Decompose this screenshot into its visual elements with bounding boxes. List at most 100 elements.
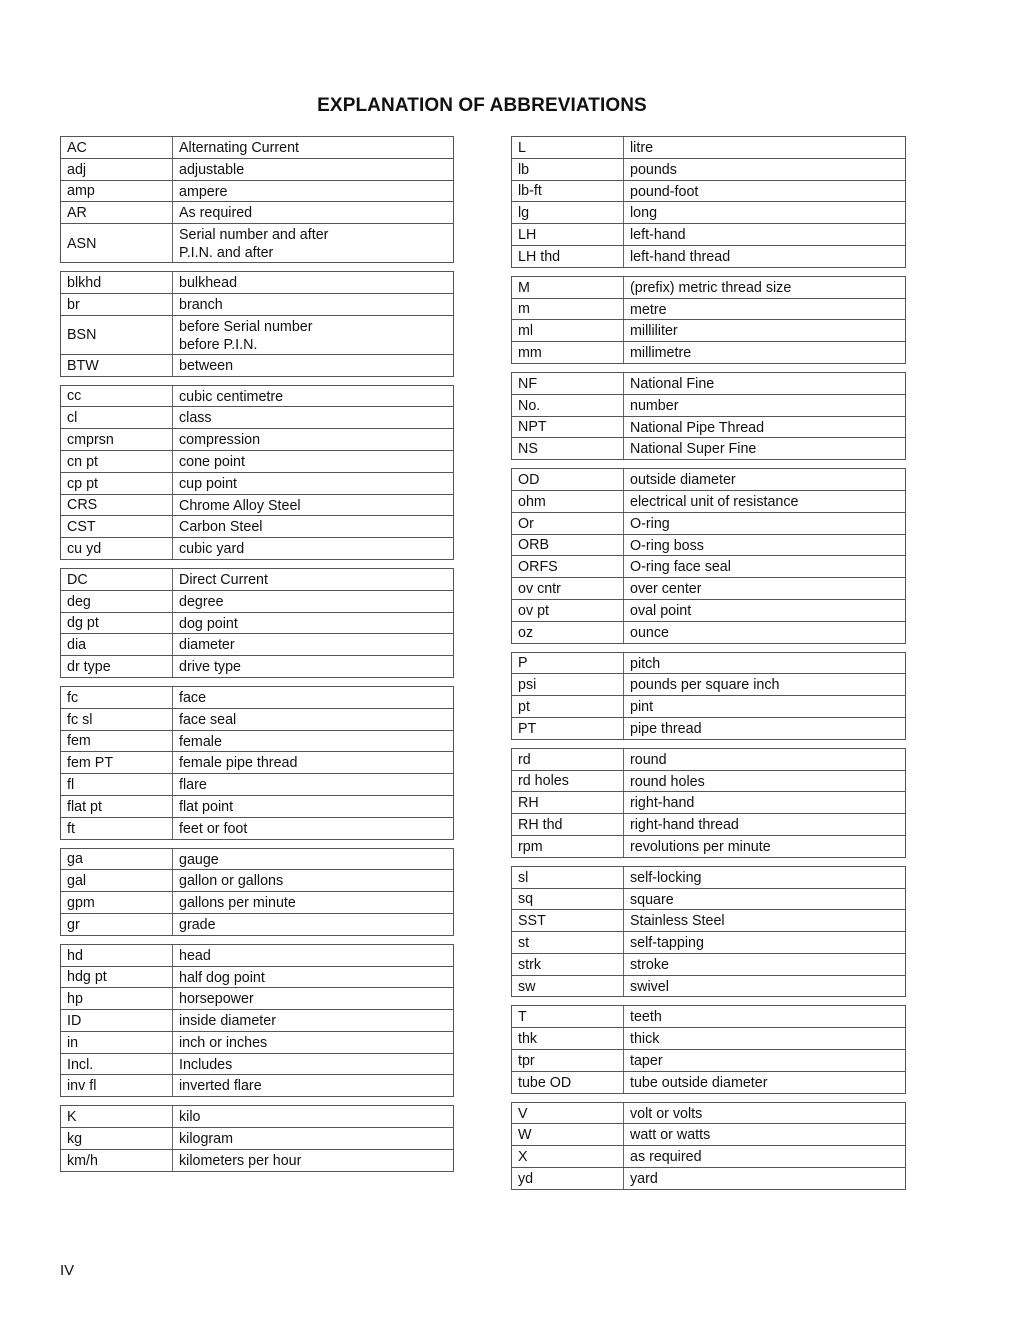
definition-cell: stroke <box>630 956 669 973</box>
table-row: mm millimetre <box>512 341 905 363</box>
abbreviation-group: DC Direct Current deg degree dg pt dog point d… <box>60 567 454 678</box>
definition-cell: Stainless Steel <box>630 913 725 930</box>
table-row: ASN Serial number and after P.I.N. and af… <box>61 223 453 263</box>
definition-cell: yard <box>630 1171 658 1188</box>
abbreviation-cell: amp <box>61 180 173 202</box>
page-number: IV <box>60 1262 75 1279</box>
definition-cell: As required <box>179 205 253 222</box>
abbreviation-group: Llitre lb pounds lb-ft pound-foot lg long LH lef… <box>511 136 906 268</box>
definition-cell: cone point <box>179 453 245 470</box>
definition-cell: O-ring boss <box>630 537 704 554</box>
definition-cell: thick <box>630 1031 660 1048</box>
definition-cell: cup point <box>179 475 238 492</box>
definition-cell: horsepower <box>179 991 254 1008</box>
table-row: cl class <box>61 406 453 429</box>
definition-cell: degree <box>179 593 224 610</box>
definition-cell: left-hand thread <box>630 248 731 265</box>
definition-cell: between <box>179 357 234 374</box>
table-row: st self-tapping <box>512 931 905 953</box>
definition-cell: O-ring <box>630 515 670 532</box>
table-row: hp horsepower <box>61 987 453 1010</box>
definition-cell: self-tapping <box>630 935 704 952</box>
abbreviation-group: AC Alternating Current adj adjustable amp amp… <box>60 136 454 264</box>
definition-cell: flare <box>179 777 207 794</box>
table-row: cp pt cup point <box>61 471 453 494</box>
table-row: tube OD tube outside diameter <box>512 1070 905 1093</box>
table-row: BSN before Serial number before P.I.N. <box>61 314 453 354</box>
abbreviation-group: ga gauge gal gallon or gallons gpm gallons pe… <box>60 847 454 936</box>
definition-cell: litre <box>630 140 654 156</box>
definition-cell: drive type <box>179 659 241 676</box>
abbreviation-cell: cu yd <box>61 538 173 559</box>
definition-cell: gallons per minute <box>179 895 296 912</box>
abbreviation-cell: cmprsn <box>61 429 173 450</box>
abbreviation-group: hd head hdg pt half dog point hp horsepower ID… <box>60 943 454 1098</box>
abbreviation-cell: lg <box>512 202 624 224</box>
abbreviation-cell: ASN <box>61 224 173 263</box>
abbreviation-cell: fc sl <box>61 708 173 730</box>
abbreviation-group: Kkilo kg kilogram km/h kilometers per hour <box>60 1105 454 1172</box>
table-row: psi pounds per square inch <box>512 673 905 696</box>
abbreviation-cell: tpr <box>512 1050 624 1071</box>
table-row: Tteeth <box>512 1006 905 1028</box>
abbreviation-cell: strk <box>512 953 624 975</box>
table-row: br branch <box>61 292 453 315</box>
table-row: hd head <box>61 944 453 966</box>
abbreviation-cell: sw <box>512 975 624 997</box>
table-row: Incl. Includes <box>61 1052 453 1075</box>
definition-cell: outside diameter <box>630 472 736 489</box>
abbreviation-cell: adj <box>61 158 173 180</box>
abbreviation-cell: psi <box>512 674 624 696</box>
definition-cell: self-locking <box>630 869 702 886</box>
definition-cell: pounds <box>630 161 677 178</box>
definition-cell: inch or inches <box>179 1034 268 1051</box>
definition-cell: flat point <box>179 798 234 815</box>
table-row: cn pt cone point <box>61 449 453 472</box>
table-row: yd yard <box>512 1167 905 1189</box>
abbreviation-cell: cn pt <box>61 450 173 472</box>
abbreviation-cell: RH thd <box>512 814 624 835</box>
definition-cell: pound-foot <box>630 183 699 200</box>
abbreviation-cell: SST <box>512 910 624 932</box>
abbreviation-cell: ml <box>512 320 624 342</box>
definition-cell: Includes <box>179 1056 233 1073</box>
definition-cell: ampere <box>179 183 228 200</box>
definition-cell: Alternating Current <box>179 140 299 156</box>
table-row: strk stroke <box>512 952 905 975</box>
definition-cell: O-ring face seal <box>630 559 731 576</box>
abbreviation-cell: pt <box>512 696 624 717</box>
abbreviations-table-left: AC Alternating Current adj adjustable amp amp… <box>60 136 454 1180</box>
abbreviation-cell: ORB <box>512 534 624 556</box>
definition-cell: kilometers per hour <box>179 1152 302 1169</box>
table-row: sw swivel <box>512 974 905 997</box>
abbreviation-cell: M <box>512 276 624 298</box>
table-row: PT pipe thread <box>512 716 905 739</box>
table-row: rpm revolutions per minute <box>512 834 905 857</box>
table-row: NPT National Pipe Thread <box>512 415 905 438</box>
definition-cell: National Fine <box>630 375 715 392</box>
abbreviation-cell: RH <box>512 792 624 814</box>
definition-cell: female pipe thread <box>179 755 298 772</box>
table-row: DC Direct Current <box>61 568 453 590</box>
abbreviation-cell: NS <box>512 438 624 460</box>
definition-cell: electrical unit of resistance <box>630 493 799 510</box>
abbreviation-group: blkhd bulkhead br branch BSN before Serial nu… <box>60 271 454 377</box>
abbreviation-group: sl self-locking sq square SST Stainless Steel… <box>511 865 906 998</box>
abbreviation-cell: ORFS <box>512 556 624 578</box>
abbreviation-group: rd round rd holes round holes RH right-hand RH… <box>511 747 906 858</box>
abbreviation-group: Ppitch psi pounds per square inch pt pint PT p… <box>511 651 906 740</box>
table-row: ft feet or foot <box>61 816 453 839</box>
definition-cell: cubic yard <box>179 541 245 558</box>
abbreviation-cell: LH thd <box>512 245 624 267</box>
abbreviation-cell: sq <box>512 888 624 910</box>
abbreviation-group: OD outside diameter ohm electrical unit of … <box>511 468 906 644</box>
definition-cell: watt or watts <box>630 1127 711 1144</box>
abbreviation-cell: cc <box>61 385 173 407</box>
table-row: oz ounce <box>512 620 905 643</box>
abbreviation-cell: BSN <box>61 315 173 354</box>
definition-cell: swivel <box>630 978 669 995</box>
definition-cell: inverted flare <box>179 1078 262 1095</box>
definition-cell: revolutions per minute <box>630 838 771 855</box>
table-row: fl flare <box>61 773 453 795</box>
abbreviation-cell: m <box>512 298 624 320</box>
